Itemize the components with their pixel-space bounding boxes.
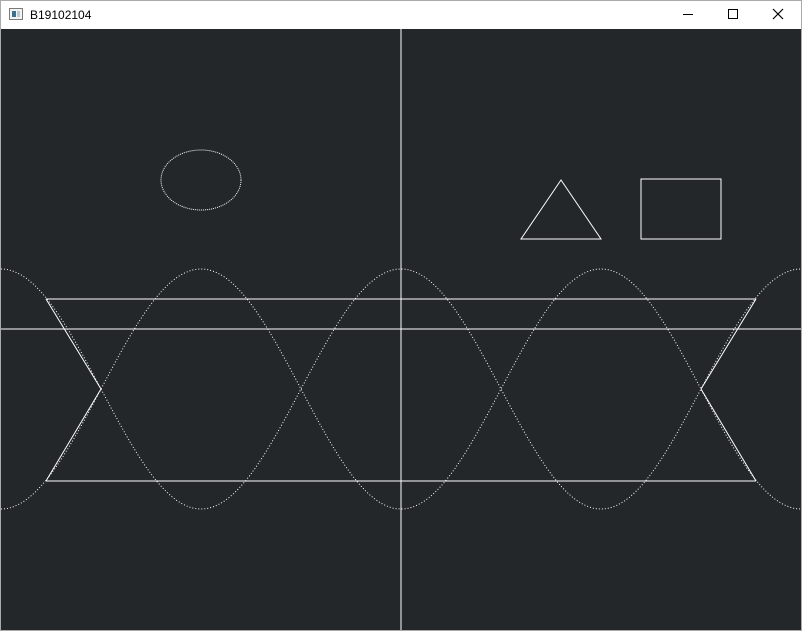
minimize-button[interactable]: [665, 1, 711, 29]
close-icon: [772, 8, 784, 20]
trapezoid-right-diagonal-up: [700, 388, 757, 482]
trapezoid-left-diagonal-down: [45, 298, 102, 390]
application-window: B19102104: [0, 0, 802, 631]
triangle: [520, 179, 602, 240]
maximize-icon: [728, 9, 738, 19]
trapezoid-left-diagonal-up: [45, 388, 102, 482]
trapezoid-right-diagonal-down: [700, 298, 757, 390]
title-bar[interactable]: B19102104: [1, 1, 801, 29]
application-window-icon[interactable]: [9, 8, 23, 20]
window-title: B19102104: [30, 8, 92, 22]
graphics-surface: [1, 29, 801, 630]
rectangle: [640, 178, 722, 240]
maximize-button[interactable]: [711, 1, 757, 29]
ellipse: [160, 149, 242, 211]
drawing-canvas[interactable]: [1, 29, 801, 630]
close-button[interactable]: [755, 1, 801, 29]
minimize-icon: [683, 14, 693, 15]
